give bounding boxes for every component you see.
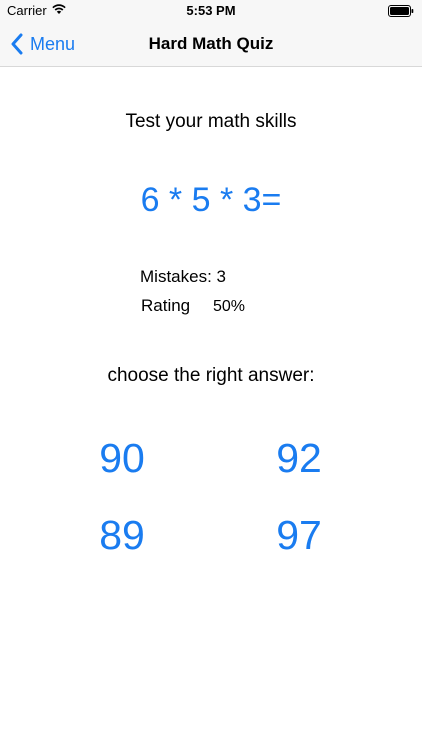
answer-button-1[interactable]: 90 xyxy=(62,435,182,482)
answer-button-4[interactable]: 97 xyxy=(239,512,359,559)
answer-button-2[interactable]: 92 xyxy=(239,435,359,482)
navigation-bar: Menu Hard Math Quiz xyxy=(0,22,422,67)
rating-label: Rating xyxy=(141,296,191,315)
page-title: Hard Math Quiz xyxy=(148,34,274,53)
answer-prompt: choose the right answer: xyxy=(107,365,315,386)
battery-icon xyxy=(388,5,414,17)
rating-value: 50% xyxy=(213,298,246,315)
answer-button-3[interactable]: 89 xyxy=(62,512,182,559)
quiz-subtitle: Test your math skills xyxy=(125,111,297,132)
status-bar: Carrier 5:53 PM xyxy=(0,0,422,22)
status-time: 5:53 PM xyxy=(186,3,236,18)
math-question: 6 * 5 * 3= xyxy=(140,181,282,219)
mistakes-counter: Mistakes: 3 xyxy=(140,267,226,286)
